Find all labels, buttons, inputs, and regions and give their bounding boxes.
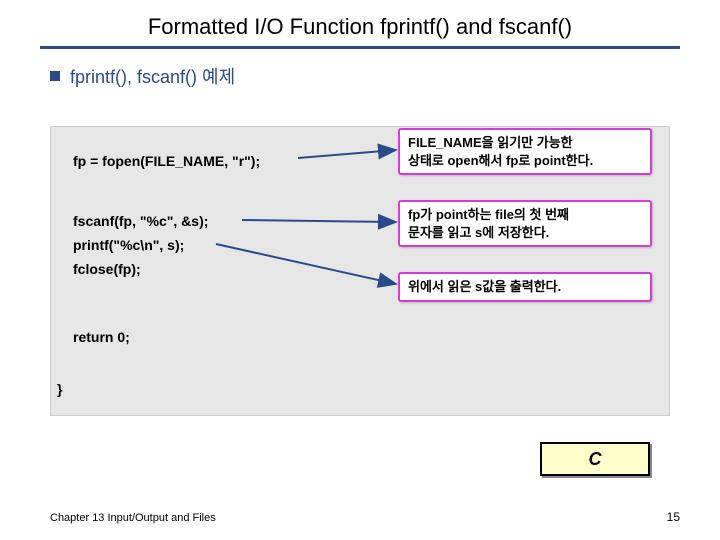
callout-filename-line1: FILE_NAME을 읽기만 가능한 (408, 135, 573, 150)
code-line-fclose: fclose(fp); (73, 261, 141, 277)
footer-page-number: 15 (667, 510, 680, 524)
callout-filename-line2: 상태로 open해서 fp로 point한다. (408, 153, 593, 168)
slide-title: Formatted I/O Function fprintf() and fsc… (0, 0, 720, 46)
callout-filename: FILE_NAME을 읽기만 가능한 상태로 open해서 fp로 point한… (398, 128, 652, 175)
callout-printf: 위에서 읽은 s값을 출력한다. (398, 272, 652, 302)
bullet-square-icon (50, 71, 60, 81)
output-box: C (540, 442, 650, 476)
callout-fscanf-line1: fp가 point하는 file의 첫 번째 (408, 207, 569, 222)
callout-fscanf: fp가 point하는 file의 첫 번째 문자를 읽고 s에 저장한다. (398, 200, 652, 247)
code-line-return: return 0; (73, 329, 130, 345)
footer-chapter: Chapter 13 Input/Output and Files (50, 512, 216, 524)
code-line-fscanf: fscanf(fp, "%c", &s); (73, 213, 208, 229)
code-line-brace: } (57, 381, 62, 397)
slide: Formatted I/O Function fprintf() and fsc… (0, 0, 720, 540)
code-line-fopen: fp = fopen(FILE_NAME, "r"); (73, 153, 260, 169)
code-line-printf: printf("%c\n", s); (73, 237, 184, 253)
subtitle-row: fprintf(), fscanf() 예제 (50, 63, 720, 89)
callout-fscanf-line2: 문자를 읽고 s에 저장한다. (408, 225, 549, 240)
callout-printf-text: 위에서 읽은 s값을 출력한다. (408, 279, 561, 294)
title-underline (40, 46, 680, 49)
subtitle-text: fprintf(), fscanf() 예제 (70, 63, 235, 89)
